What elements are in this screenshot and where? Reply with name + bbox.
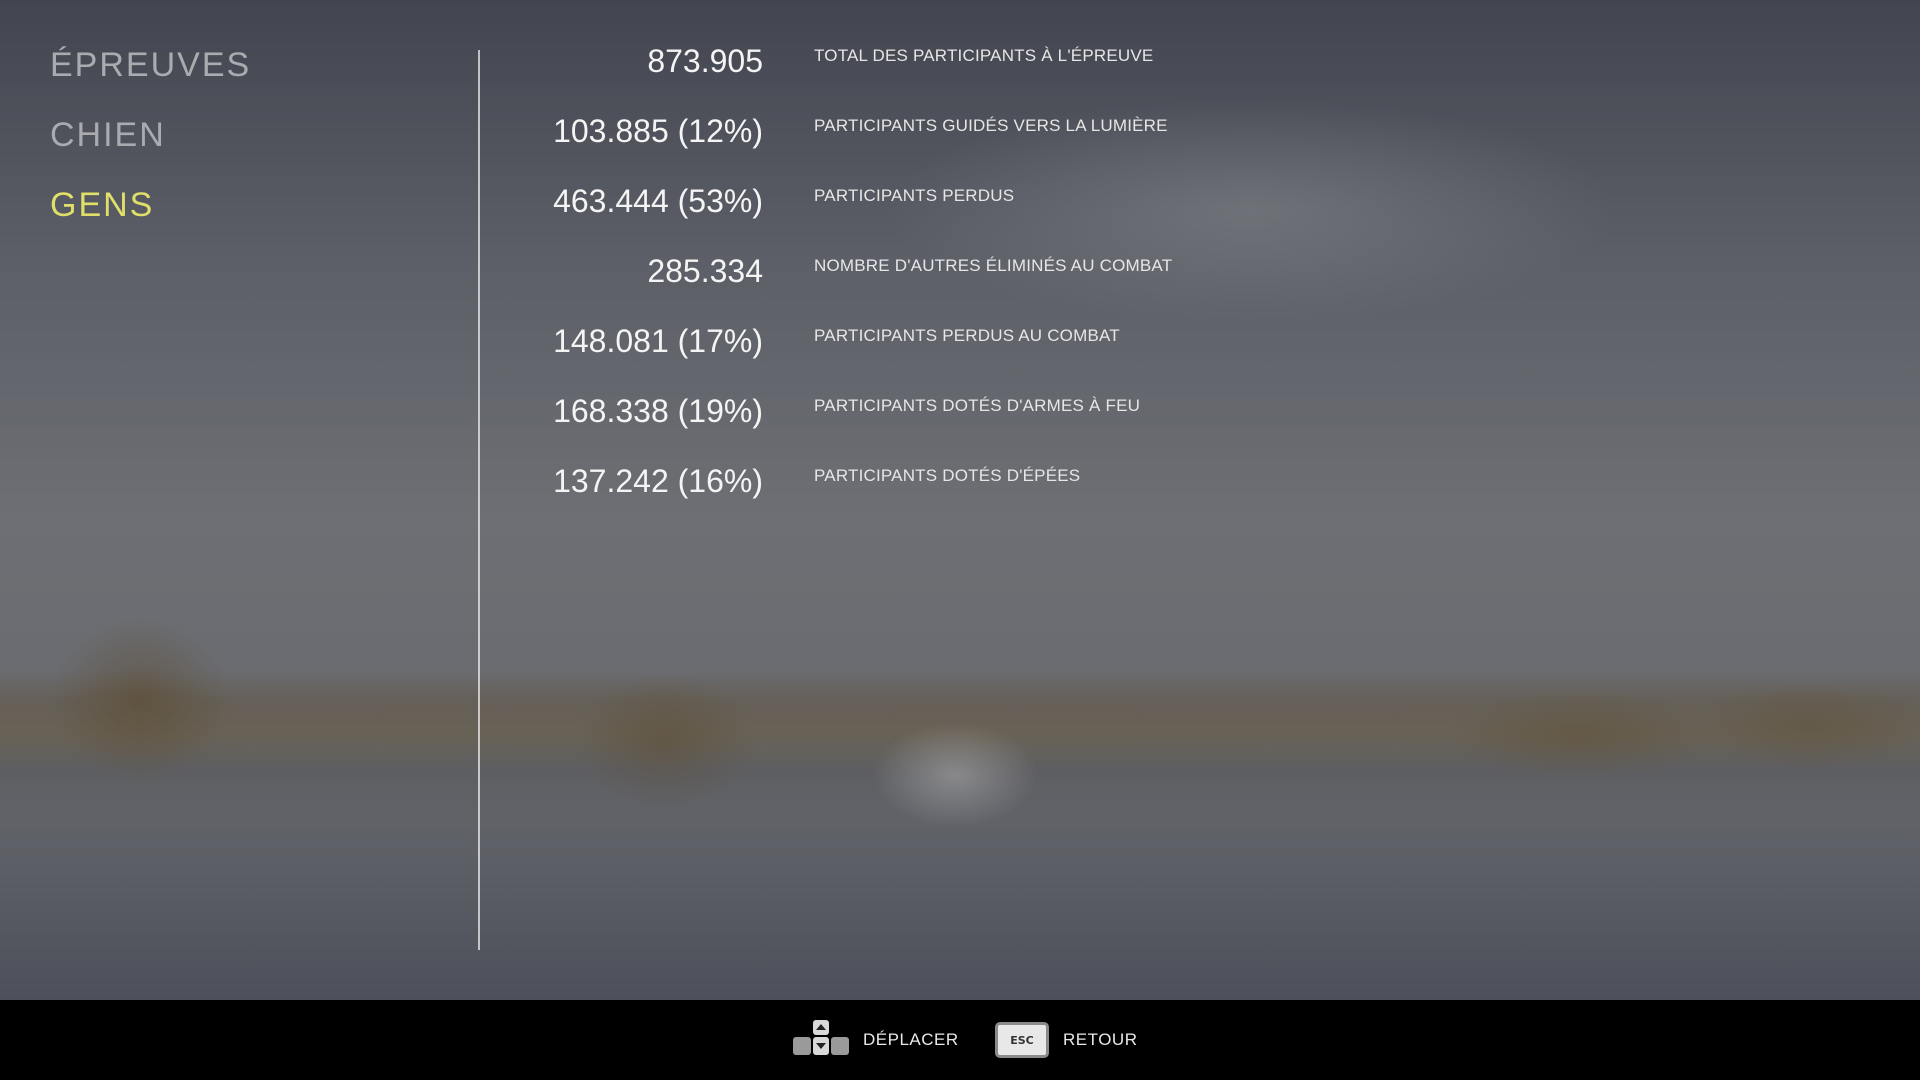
stat-value: 285.334	[647, 253, 763, 289]
move-hint-label: DÉPLACER	[863, 1030, 959, 1049]
category-menu: ÉPREUVES CHIEN GENS	[50, 40, 450, 250]
stat-label: TOTAL DES PARTICIPANTS À L'ÉPREUVE	[814, 46, 1154, 65]
stat-value: 168.338 (19%)	[553, 393, 763, 429]
stat-label: NOMBRE D'AUTRES ÉLIMINÉS AU COMBAT	[814, 256, 1173, 275]
arrow-down-key-icon	[813, 1037, 829, 1055]
esc-key-icon: ESC	[995, 1022, 1049, 1058]
stat-row: 463.444 (53%) PARTICIPANTS PERDUS	[480, 178, 1480, 248]
stats-list: 873.905 TOTAL DES PARTICIPANTS À L'ÉPREU…	[480, 38, 1480, 528]
stat-label: PARTICIPANTS GUIDÉS VERS LA LUMIÈRE	[814, 116, 1168, 135]
back-hint-label: RETOUR	[1063, 1030, 1138, 1049]
back-hint[interactable]: ESC RETOUR	[995, 1000, 1137, 1080]
stat-value: 463.444 (53%)	[553, 183, 763, 219]
arrow-left-key-icon	[793, 1037, 811, 1055]
menu-item-gens[interactable]: GENS	[50, 180, 450, 250]
stat-row: 137.242 (16%) PARTICIPANTS DOTÉS D'ÉPÉES	[480, 458, 1480, 528]
control-hints-bar: DÉPLACER ESC RETOUR	[0, 1000, 1920, 1080]
stat-label: PARTICIPANTS DOTÉS D'ARMES À FEU	[814, 396, 1141, 415]
menu-item-chien[interactable]: CHIEN	[50, 110, 450, 180]
stat-value: 137.242 (16%)	[553, 463, 763, 499]
stat-row: 168.338 (19%) PARTICIPANTS DOTÉS D'ARMES…	[480, 388, 1480, 458]
stat-value: 873.905	[647, 43, 763, 79]
move-hint[interactable]: DÉPLACER	[793, 1000, 959, 1080]
stat-row: 103.885 (12%) PARTICIPANTS GUIDÉS VERS L…	[480, 108, 1480, 178]
stats-screen: ÉPREUVES CHIEN GENS 873.905 TOTAL DES PA…	[0, 0, 1920, 1080]
stat-value: 103.885 (12%)	[553, 113, 763, 149]
stat-row: 285.334 NOMBRE D'AUTRES ÉLIMINÉS AU COMB…	[480, 248, 1480, 318]
dpad-icon	[793, 1020, 849, 1060]
arrow-right-key-icon	[831, 1037, 849, 1055]
stat-label: PARTICIPANTS PERDUS	[814, 186, 1015, 205]
stat-row: 148.081 (17%) PARTICIPANTS PERDUS AU COM…	[480, 318, 1480, 388]
stat-value: 148.081 (17%)	[553, 323, 763, 359]
arrow-up-key-icon	[813, 1020, 829, 1035]
stat-row: 873.905 TOTAL DES PARTICIPANTS À L'ÉPREU…	[480, 38, 1480, 108]
stat-label: PARTICIPANTS PERDUS AU COMBAT	[814, 326, 1120, 345]
stat-label: PARTICIPANTS DOTÉS D'ÉPÉES	[814, 466, 1081, 485]
menu-item-epreuves[interactable]: ÉPREUVES	[50, 40, 450, 110]
